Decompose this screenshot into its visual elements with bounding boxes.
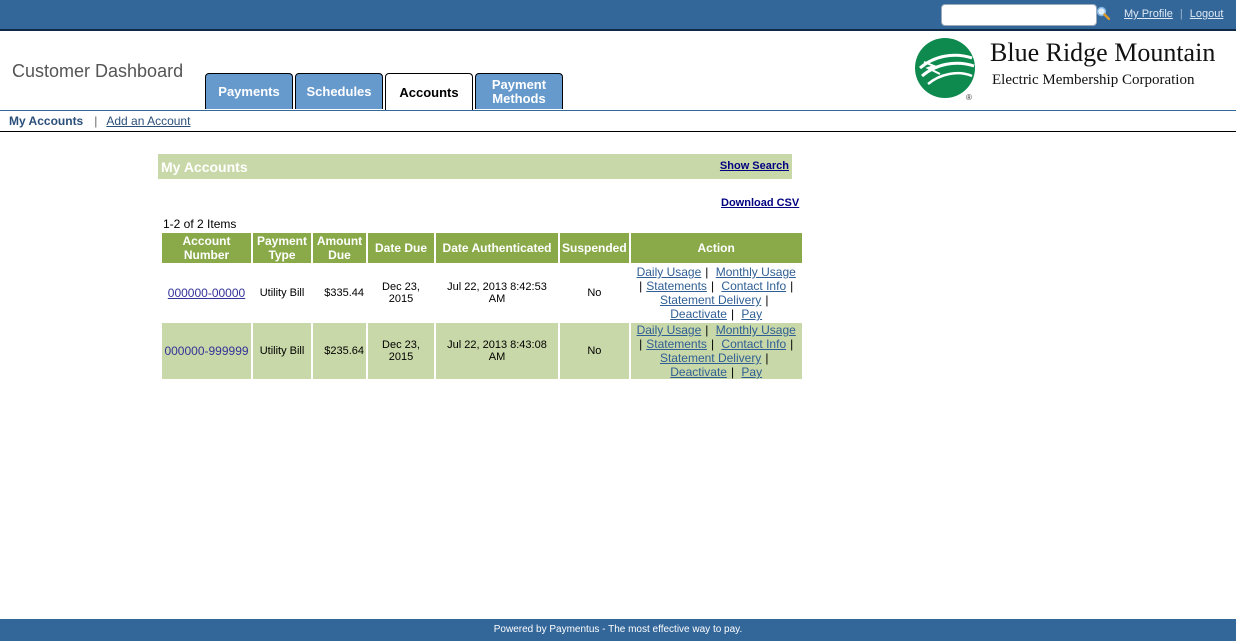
payment-type-cell: Utility Bill <box>253 323 311 379</box>
statements-link[interactable]: Statements <box>646 279 707 293</box>
monthly-usage-link[interactable]: Monthly Usage <box>716 323 796 337</box>
tab-payments[interactable]: Payments <box>205 73 293 109</box>
logo-subtitle: Electric Membership Corporation <box>992 72 1195 88</box>
column-header[interactable]: Date Due <box>368 233 434 263</box>
date-authenticated-cell: Jul 22, 2013 8:42:53 AM <box>436 265 558 321</box>
column-header[interactable]: Date Authenticated <box>436 233 558 263</box>
column-header[interactable]: Account Number <box>162 233 251 263</box>
top-bar: My Profile | Logout <box>0 0 1236 31</box>
statements-link[interactable]: Statements <box>646 337 707 351</box>
tab-payment-methods[interactable]: Payment Methods <box>475 73 563 109</box>
daily-usage-link[interactable]: Daily Usage <box>637 323 702 337</box>
subnav-my-accounts[interactable]: My Accounts <box>9 114 83 128</box>
column-header[interactable]: Suspended <box>560 233 629 263</box>
logo-title: Blue Ridge Mountain <box>990 38 1216 67</box>
table-row: 000000-999999 Utility Bill $235.64 Dec 2… <box>162 323 802 379</box>
deactivate-link[interactable]: Deactivate <box>670 307 727 321</box>
logo-icon: ® <box>915 38 975 102</box>
divider <box>0 131 1236 132</box>
action-cell: Daily Usage | Monthly Usage | Statements | … <box>630 265 802 321</box>
footer: Powered by Paymentus - The most effectiv… <box>0 619 1236 641</box>
separator: | <box>94 114 98 128</box>
statement-delivery-link[interactable]: Statement Delivery <box>660 293 761 307</box>
monthly-usage-link[interactable]: Monthly Usage <box>716 265 796 279</box>
action-cell: Daily Usage | Monthly Usage | Statements | … <box>630 323 802 379</box>
contact-info-link[interactable]: Contact Info <box>721 337 786 351</box>
date-due-cell: Dec 23, 2015 <box>368 323 434 379</box>
page-title: Customer Dashboard <box>12 61 184 81</box>
date-authenticated-cell: Jul 22, 2013 8:43:08 AM <box>436 323 558 379</box>
contact-info-link[interactable]: Contact Info <box>721 279 786 293</box>
items-count: 1-2 of 2 Items <box>163 217 237 231</box>
amount-due-cell: $235.64 <box>313 323 366 379</box>
deactivate-link[interactable]: Deactivate <box>670 365 727 379</box>
table-header-row: Account Number Payment Type Amount Due D… <box>162 233 802 263</box>
account-number-link[interactable]: 000000-00000 <box>168 286 245 300</box>
pay-link[interactable]: Pay <box>741 307 762 321</box>
sub-navigation: My Accounts | Add an Account <box>9 114 190 128</box>
logout-link[interactable]: Logout <box>1190 8 1224 20</box>
add-account-link[interactable]: Add an Account <box>106 114 190 128</box>
table-row: 000000-00000 Utility Bill $335.44 Dec 23… <box>162 265 802 321</box>
account-number-cell: 000000-00000 <box>162 265 251 321</box>
daily-usage-link[interactable]: Daily Usage <box>637 265 702 279</box>
my-profile-link[interactable]: My Profile <box>1124 8 1173 20</box>
account-number-cell: 000000-999999 <box>162 323 251 379</box>
column-header[interactable]: Amount Due <box>313 233 366 263</box>
svg-text:®: ® <box>966 93 972 102</box>
column-header[interactable]: Payment Type <box>253 233 311 263</box>
suspended-cell: No <box>560 323 629 379</box>
panel-title: My Accounts <box>161 159 248 175</box>
download-csv-link[interactable]: Download CSV <box>721 197 799 209</box>
search-input[interactable] <box>941 4 1097 26</box>
column-header: Action <box>630 233 802 263</box>
tab-accounts[interactable]: Accounts <box>385 73 473 111</box>
divider <box>0 110 1236 111</box>
top-links: My Profile | Logout <box>1124 8 1223 20</box>
tab-schedules[interactable]: Schedules <box>295 73 383 109</box>
date-due-cell: Dec 23, 2015 <box>368 265 434 321</box>
statement-delivery-link[interactable]: Statement Delivery <box>660 351 761 365</box>
pay-link[interactable]: Pay <box>741 365 762 379</box>
search-icon[interactable] <box>1096 6 1110 20</box>
accounts-table: Account Number Payment Type Amount Due D… <box>160 231 804 381</box>
show-search-link[interactable]: Show Search <box>720 160 789 172</box>
account-number-link[interactable]: 000000-999999 <box>164 344 248 358</box>
amount-due-cell: $335.44 <box>313 265 366 321</box>
panel-header: My Accounts Show Search <box>158 154 792 179</box>
separator: | <box>1179 8 1183 20</box>
suspended-cell: No <box>560 265 629 321</box>
payment-type-cell: Utility Bill <box>253 265 311 321</box>
